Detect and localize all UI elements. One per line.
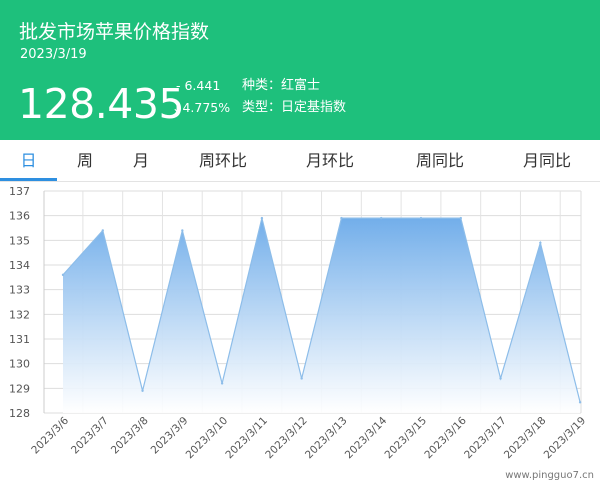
change-percent: ↓4.775% [172, 100, 231, 115]
data-point [61, 273, 65, 277]
header-panel: 批发市场苹果价格指数 2023/3/19 128.435 - 6.441 ↓4.… [0, 0, 600, 140]
index-type-label: 类型：日定基指数 [242, 100, 347, 115]
change-value: - 6.441 [176, 78, 221, 93]
variety-label: 种类：红富士 [242, 78, 321, 93]
tab-month-year-over-year[interactable]: 月同比 [512, 140, 582, 182]
y-tick-label: 133 [9, 284, 30, 297]
tab-day[interactable]: 日 [0, 140, 57, 182]
x-tick-label: 2023/3/17 [462, 415, 509, 462]
x-tick-label: 2023/3/13 [303, 415, 350, 462]
x-tick-label: 2023/3/8 [109, 415, 151, 457]
x-tick-label: 2023/3/10 [184, 415, 231, 462]
x-tick-label: 2023/3/7 [69, 415, 111, 457]
x-tick-label: 2023/3/6 [29, 414, 71, 456]
tab-week-over-week[interactable]: 周环比 [188, 140, 258, 182]
y-tick-label: 136 [9, 210, 30, 223]
data-point [499, 377, 502, 380]
y-tick-label: 135 [9, 234, 30, 247]
watermark: www.pingguo7.cn [505, 470, 594, 481]
data-point [260, 216, 264, 220]
x-tick-label: 2023/3/14 [343, 414, 390, 461]
data-point [419, 216, 423, 220]
y-tick-label: 132 [9, 308, 30, 321]
data-point [101, 229, 104, 232]
tab-month[interactable]: 月 [118, 140, 164, 182]
x-tick-label: 2023/3/11 [223, 415, 270, 462]
y-tick-label: 131 [9, 333, 30, 346]
data-point [300, 377, 303, 380]
x-tick-label: 2023/3/19 [542, 415, 589, 462]
data-point [459, 216, 462, 220]
tab-month-over-month[interactable]: 月环比 [295, 140, 365, 182]
page-title: 批发市场苹果价格指数 [19, 21, 210, 43]
data-point [141, 389, 144, 392]
y-axis-ticks: 128 129 130 131 132 133 134 135 136 137 [9, 185, 30, 420]
y-tick-label: 130 [9, 358, 30, 371]
data-point [380, 216, 383, 220]
x-tick-label: 2023/3/18 [502, 415, 549, 462]
data-point [220, 382, 224, 385]
data-point [578, 401, 582, 404]
x-tick-label: 2023/3/16 [422, 414, 469, 461]
x-tick-label: 2023/3/15 [383, 415, 430, 462]
data-point [340, 216, 343, 220]
y-tick-label: 137 [9, 185, 30, 198]
date-label: 2023/3/19 [20, 47, 87, 62]
x-tick-label: 2023/3/9 [149, 415, 191, 457]
data-point [181, 229, 184, 232]
period-tabs: 日 周 月 周环比 月环比 周同比 月同比 [0, 140, 600, 182]
x-axis-ticks: 2023/3/62023/3/72023/3/82023/3/92023/3/1… [29, 414, 588, 461]
active-tab-indicator [0, 178, 57, 181]
data-point [539, 241, 542, 244]
price-index-chart: 128129130131132133134135136137 2023/3/62… [9, 185, 588, 461]
current-index-value: 128.435 [18, 80, 185, 128]
y-tick-label: 129 [9, 382, 30, 395]
x-tick-label: 2023/3/12 [263, 415, 310, 462]
y-tick-label: 134 [9, 259, 30, 272]
y-tick-label: 128 [9, 407, 30, 420]
tab-week-year-over-year[interactable]: 周同比 [405, 140, 475, 182]
tab-week[interactable]: 周 [62, 140, 108, 182]
